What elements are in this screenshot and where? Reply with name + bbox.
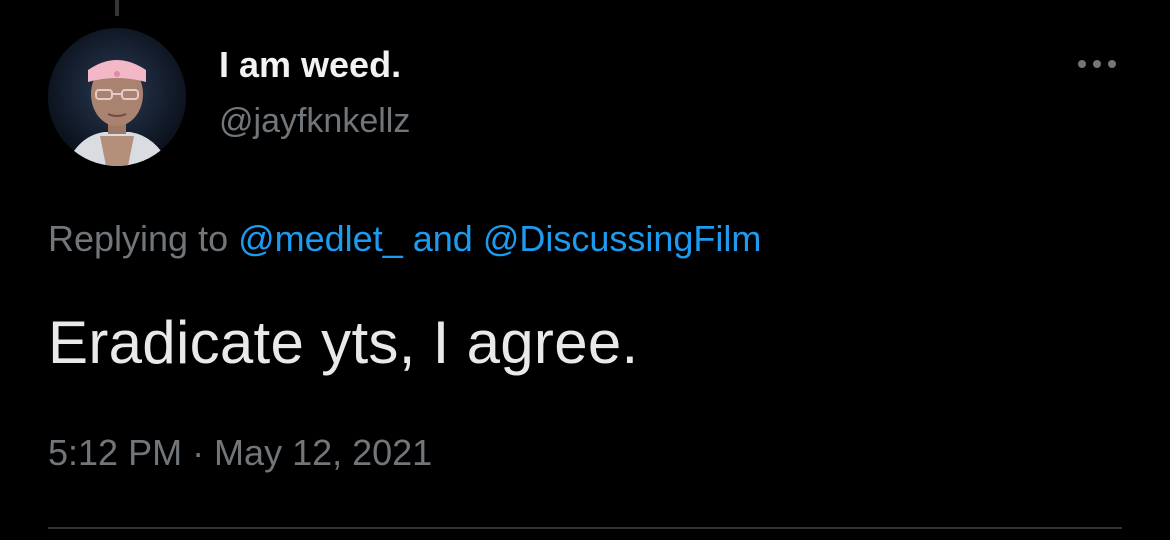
mention-link-discussingfilm[interactable]: @DiscussingFilm xyxy=(483,218,762,259)
reply-context-prefix: Replying to xyxy=(48,218,239,259)
author-display-name[interactable]: I am weed. xyxy=(219,44,401,86)
author-handle[interactable]: @jayfknkellz xyxy=(219,102,410,141)
avatar-photo-icon xyxy=(48,28,186,166)
mention-link-medlet[interactable]: @medlet_ xyxy=(238,218,403,259)
mention-joiner: and xyxy=(402,218,483,259)
more-options-button[interactable] xyxy=(1072,50,1122,78)
divider xyxy=(48,527,1122,529)
tweet-body-text: Eradicate yts, I agree. xyxy=(48,309,639,376)
more-horizontal-icon xyxy=(1078,60,1116,68)
author-avatar[interactable] xyxy=(48,28,186,166)
tweet-timestamp[interactable]: 5:12 PM · May 12, 2021 xyxy=(48,432,432,474)
reply-context: Replying to @medlet_ and @DiscussingFilm xyxy=(48,218,761,260)
thread-connector-line xyxy=(115,0,119,16)
